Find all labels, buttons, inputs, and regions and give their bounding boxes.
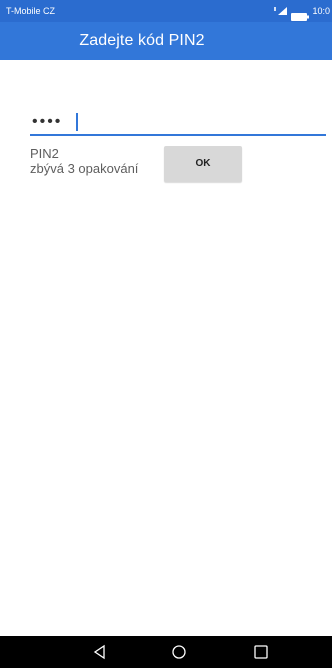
app-bar: Zadejte kód PIN2 <box>0 22 332 60</box>
pin-label: PIN2 <box>30 146 59 161</box>
pin-info: PIN2 zbývá 3 opakování <box>30 146 138 176</box>
carrier-name: T-Mobile CZ <box>6 6 56 16</box>
pin-input[interactable]: •••• <box>30 110 326 136</box>
status-icons: 10:0 <box>274 0 330 22</box>
signal-icon <box>274 6 288 16</box>
recent-apps-icon[interactable] <box>252 644 270 660</box>
page-title: Zadejte kód PIN2 <box>79 32 205 49</box>
status-bar: T-Mobile CZ 10:0 <box>0 0 332 22</box>
attempts-remaining: zbývá 3 opakování <box>30 161 139 176</box>
back-icon[interactable] <box>91 644 109 660</box>
pin-input-value: •••• <box>32 113 63 130</box>
home-icon[interactable] <box>170 644 188 660</box>
status-time: 10:0 <box>312 6 330 16</box>
navigation-bar <box>0 636 332 668</box>
ok-button[interactable]: OK <box>164 146 242 182</box>
text-cursor <box>76 113 78 131</box>
battery-icon <box>291 7 310 21</box>
phone-screen: T-Mobile CZ 10:0 Zadejte kód PIN2 •••• P… <box>0 0 332 668</box>
